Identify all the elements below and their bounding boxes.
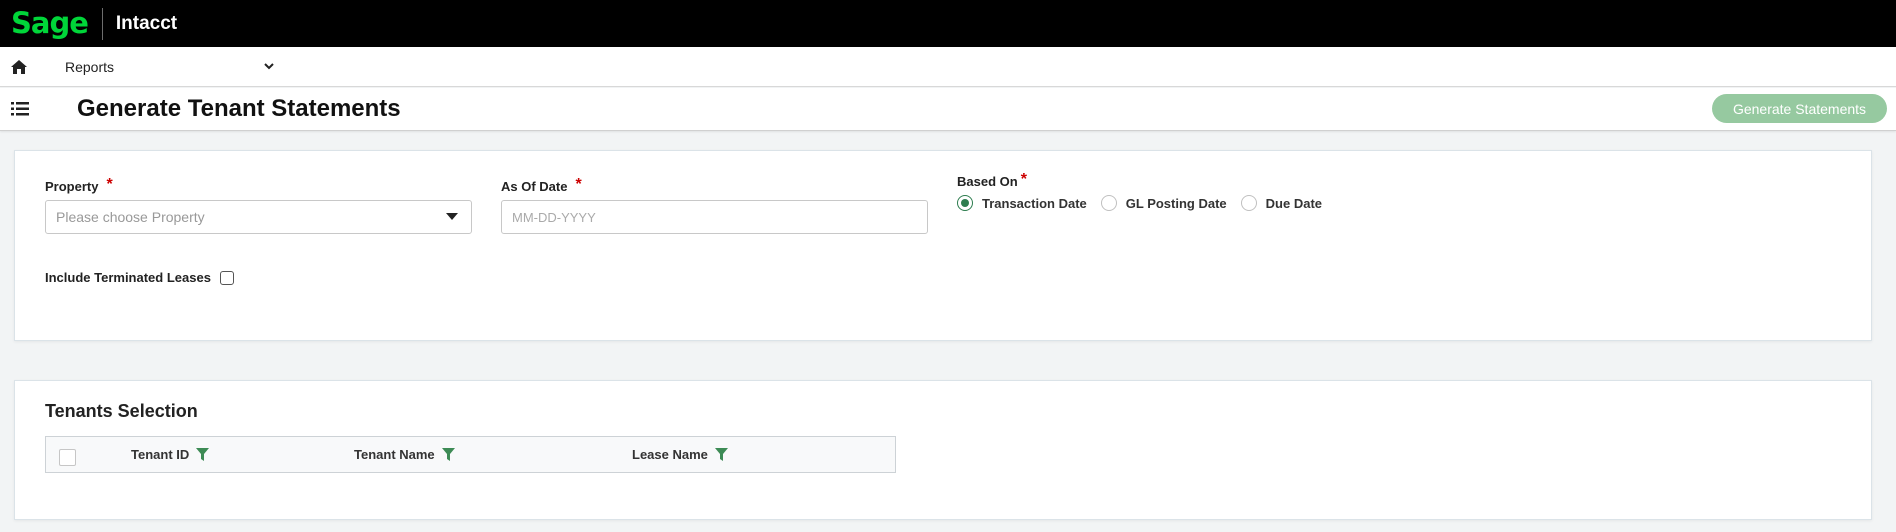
reports-menu[interactable]: Reports [65, 59, 275, 75]
nav-bar: Reports [0, 47, 1896, 87]
required-marker: * [575, 176, 582, 193]
home-icon[interactable] [11, 59, 27, 75]
tenants-table-header: Tenant ID Tenant Name Lease Name [45, 436, 896, 473]
page-title: Generate Tenant Statements [77, 95, 401, 122]
statement-options-card: Property * Please choose Property As Of D… [14, 150, 1872, 341]
radio-button[interactable] [957, 195, 973, 211]
radio-button[interactable] [1240, 195, 1257, 211]
include-terminated-checkbox[interactable] [220, 271, 234, 285]
as-of-date-label: As Of Date * [501, 176, 582, 194]
reports-menu-label: Reports [65, 58, 115, 75]
generate-statements-button[interactable]: Generate Statements [1712, 94, 1887, 123]
based-on-label: Based On * [957, 171, 1027, 189]
filter-icon[interactable] [196, 448, 210, 461]
product-name: Intacct [115, 12, 178, 34]
select-all-checkbox[interactable] [59, 449, 76, 466]
filter-icon[interactable] [714, 448, 728, 461]
tenants-section-title: Tenants Selection [45, 401, 198, 421]
logo-divider [101, 7, 103, 40]
property-label: Property * [45, 176, 113, 194]
radio-button[interactable] [1100, 195, 1117, 211]
radio-transaction-date[interactable]: Transaction Date [957, 195, 1087, 211]
required-marker: * [1020, 171, 1027, 188]
column-lease-name[interactable]: Lease Name [632, 447, 728, 462]
tenants-selection-card: Tenants Selection Tenant ID Tenant Name … [14, 380, 1872, 520]
property-select-placeholder: Please choose Property [56, 209, 205, 225]
filter-icon[interactable] [441, 448, 455, 461]
as-of-date-input[interactable]: MM-DD-YYYY [501, 200, 928, 234]
page-title-bar: Generate Tenant Statements Generate Stat… [0, 88, 1896, 131]
sage-logo[interactable]: Sage [11, 9, 89, 38]
as-of-date-placeholder: MM-DD-YYYY [512, 209, 596, 225]
required-marker: * [106, 176, 113, 193]
property-select[interactable]: Please choose Property [45, 200, 472, 234]
chevron-down-icon [263, 61, 275, 73]
list-icon[interactable] [11, 101, 29, 117]
radio-gl-posting-date[interactable]: GL Posting Date [1100, 195, 1227, 211]
include-terminated-label: Include Terminated Leases [45, 270, 211, 285]
radio-due-date[interactable]: Due Date [1240, 195, 1322, 211]
caret-down-icon [446, 213, 458, 220]
based-on-radio-group: Transaction Date GL Posting Date Due Dat… [957, 195, 1336, 211]
top-header: Sage Intacct [0, 0, 1896, 47]
column-tenant-name[interactable]: Tenant Name [354, 447, 455, 462]
column-tenant-id[interactable]: Tenant ID [131, 447, 210, 462]
